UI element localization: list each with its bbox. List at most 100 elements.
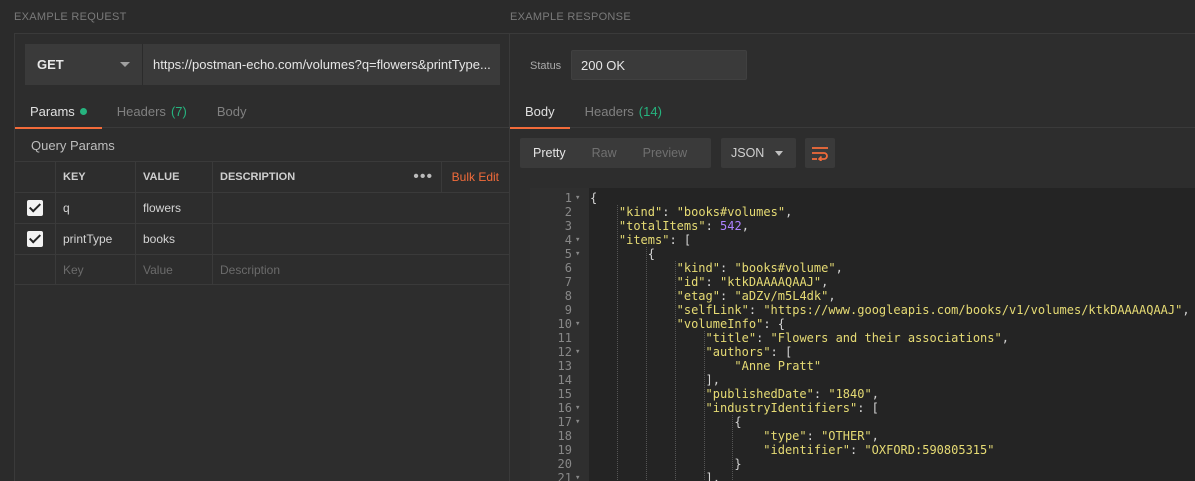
- code-line: 15 "publishedDate": "1840",: [530, 387, 1195, 401]
- response-section-label: EXAMPLE RESPONSE: [510, 11, 631, 23]
- code-token: :: [748, 303, 764, 317]
- new-value-input[interactable]: Value: [135, 255, 212, 285]
- code-token: ,: [871, 387, 879, 401]
- response-body-editor[interactable]: 1 ▾{2 "kind": "books#volumes", 3 "totalItems…: [530, 188, 1195, 481]
- code-token: "identifier": [763, 443, 850, 457]
- code-line: 12 ▾ "authors": [: [530, 345, 1195, 359]
- line-number: 11: [557, 331, 572, 345]
- new-key-input[interactable]: Key: [55, 255, 135, 285]
- row-checkbox[interactable]: [27, 231, 43, 247]
- fold-caret-icon[interactable]: ▾: [575, 471, 580, 481]
- view-mode-switch: Pretty Raw Preview: [520, 138, 711, 168]
- new-row-check-cell: [15, 255, 55, 285]
- tab-params[interactable]: Params: [15, 95, 102, 129]
- code-line: 1 ▾ {: [530, 191, 1195, 205]
- line-number: 4: [564, 233, 572, 247]
- row-check-cell: [15, 224, 55, 254]
- code-token: "https://www.googleapis.com/books/v1/vol…: [763, 303, 1183, 317]
- format-select[interactable]: JSON: [721, 138, 796, 168]
- code-token: "totalItems": [618, 219, 706, 233]
- code-token: :: [806, 429, 822, 443]
- line-number: 18: [557, 429, 572, 443]
- code-text: "etag": "aDZv/m5L4dk",: [677, 289, 836, 303]
- code-token: {: [590, 191, 598, 205]
- tab-response-headers-label: Headers: [584, 104, 634, 119]
- fold-caret-icon[interactable]: ▾: [575, 415, 580, 429]
- params-table: KEY VALUE DESCRIPTION ••• Bulk Edit q fl…: [15, 161, 509, 285]
- code-token: :: [719, 289, 735, 303]
- more-options-icon[interactable]: •••: [406, 162, 442, 192]
- chevron-down-icon: [775, 150, 783, 156]
- line-number: 9: [564, 303, 572, 317]
- fold-caret-icon[interactable]: ▾: [575, 247, 580, 261]
- tab-response-body-label: Body: [525, 104, 555, 119]
- view-raw[interactable]: Raw: [579, 138, 630, 168]
- fold-caret-icon[interactable]: ▾: [575, 233, 580, 247]
- params-active-dot-icon: [79, 108, 87, 115]
- code-line: 8 "etag": "aDZv/m5L4dk",: [530, 289, 1195, 303]
- code-token: ,: [1182, 303, 1190, 317]
- url-input[interactable]: https://postman-echo.com/volumes?q=flowe…: [143, 44, 500, 85]
- table-row: q flowers: [15, 192, 509, 223]
- param-description[interactable]: [212, 224, 509, 254]
- tab-body[interactable]: Body: [202, 95, 262, 128]
- param-key[interactable]: printType: [55, 224, 135, 254]
- code-token: }: [734, 457, 742, 471]
- param-description[interactable]: [212, 193, 509, 223]
- code-token: "Flowers and their associations": [770, 331, 1002, 345]
- code-line: 2 "kind": "books#volumes",: [530, 205, 1195, 219]
- code-line: 16 ▾ "industryIdentifiers": [: [530, 401, 1195, 415]
- tab-headers[interactable]: Headers (7): [102, 95, 202, 128]
- line-number: 21: [557, 471, 572, 481]
- tab-response-headers[interactable]: Headers (14): [570, 95, 677, 128]
- line-number: 3: [564, 219, 572, 233]
- code-token: "industryIdentifiers": [705, 401, 858, 415]
- code-token: : [: [857, 401, 879, 415]
- param-key[interactable]: q: [55, 193, 135, 223]
- code-token: ],: [705, 373, 720, 387]
- tab-body-label: Body: [216, 104, 247, 119]
- code-token: "authors": [705, 345, 771, 359]
- view-pretty[interactable]: Pretty: [520, 138, 579, 168]
- method-select[interactable]: GET: [25, 44, 143, 85]
- line-number: 1: [564, 191, 572, 205]
- code-token: ,: [871, 429, 879, 443]
- new-description-input[interactable]: Description: [212, 255, 509, 285]
- status-value[interactable]: 200 OK: [571, 50, 747, 80]
- row-checkbox[interactable]: [27, 200, 43, 216]
- bulk-edit-button[interactable]: Bulk Edit: [442, 162, 509, 192]
- fold-caret-icon[interactable]: ▾: [575, 191, 580, 205]
- code-text: "title": "Flowers and their associations…: [706, 331, 1009, 345]
- code-line: 5 ▾ {: [530, 247, 1195, 261]
- code-token: {: [647, 247, 655, 261]
- code-text: ],: [706, 471, 720, 481]
- fold-caret-icon[interactable]: ▾: [575, 345, 580, 359]
- code-token: "kind": [676, 261, 720, 275]
- code-token: "OXFORD:590805315": [864, 443, 995, 457]
- line-number: 5: [564, 247, 572, 261]
- code-token: {: [734, 415, 742, 429]
- code-token: :: [662, 205, 677, 219]
- code-line: 21 ▾],: [530, 471, 1195, 481]
- view-preview[interactable]: Preview: [630, 138, 700, 168]
- code-line: 4 ▾ "items": [: [530, 233, 1195, 247]
- line-number: 12: [557, 345, 572, 359]
- param-value[interactable]: flowers: [135, 193, 212, 223]
- tab-headers-label: Headers: [116, 104, 166, 119]
- code-line: 20}: [530, 457, 1195, 471]
- code-line: 14],: [530, 373, 1195, 387]
- line-number: 17: [557, 415, 572, 429]
- code-token: "etag": [676, 289, 720, 303]
- wrap-lines-button[interactable]: [805, 138, 835, 168]
- tab-response-body[interactable]: Body: [510, 95, 570, 129]
- code-line: 13 "Anne Pratt": [530, 359, 1195, 373]
- view-toolbar: Pretty Raw Preview JSON: [520, 138, 835, 168]
- indent-guide: [674, 261, 676, 481]
- table-row: printType books: [15, 223, 509, 254]
- code-token: ,: [785, 205, 793, 219]
- response-panel: Status 200 OK Body Headers (14) Pretty R…: [510, 33, 1195, 481]
- param-value[interactable]: books: [135, 224, 212, 254]
- line-number: 16: [557, 401, 572, 415]
- fold-caret-icon[interactable]: ▾: [575, 401, 580, 415]
- fold-caret-icon[interactable]: ▾: [575, 317, 580, 331]
